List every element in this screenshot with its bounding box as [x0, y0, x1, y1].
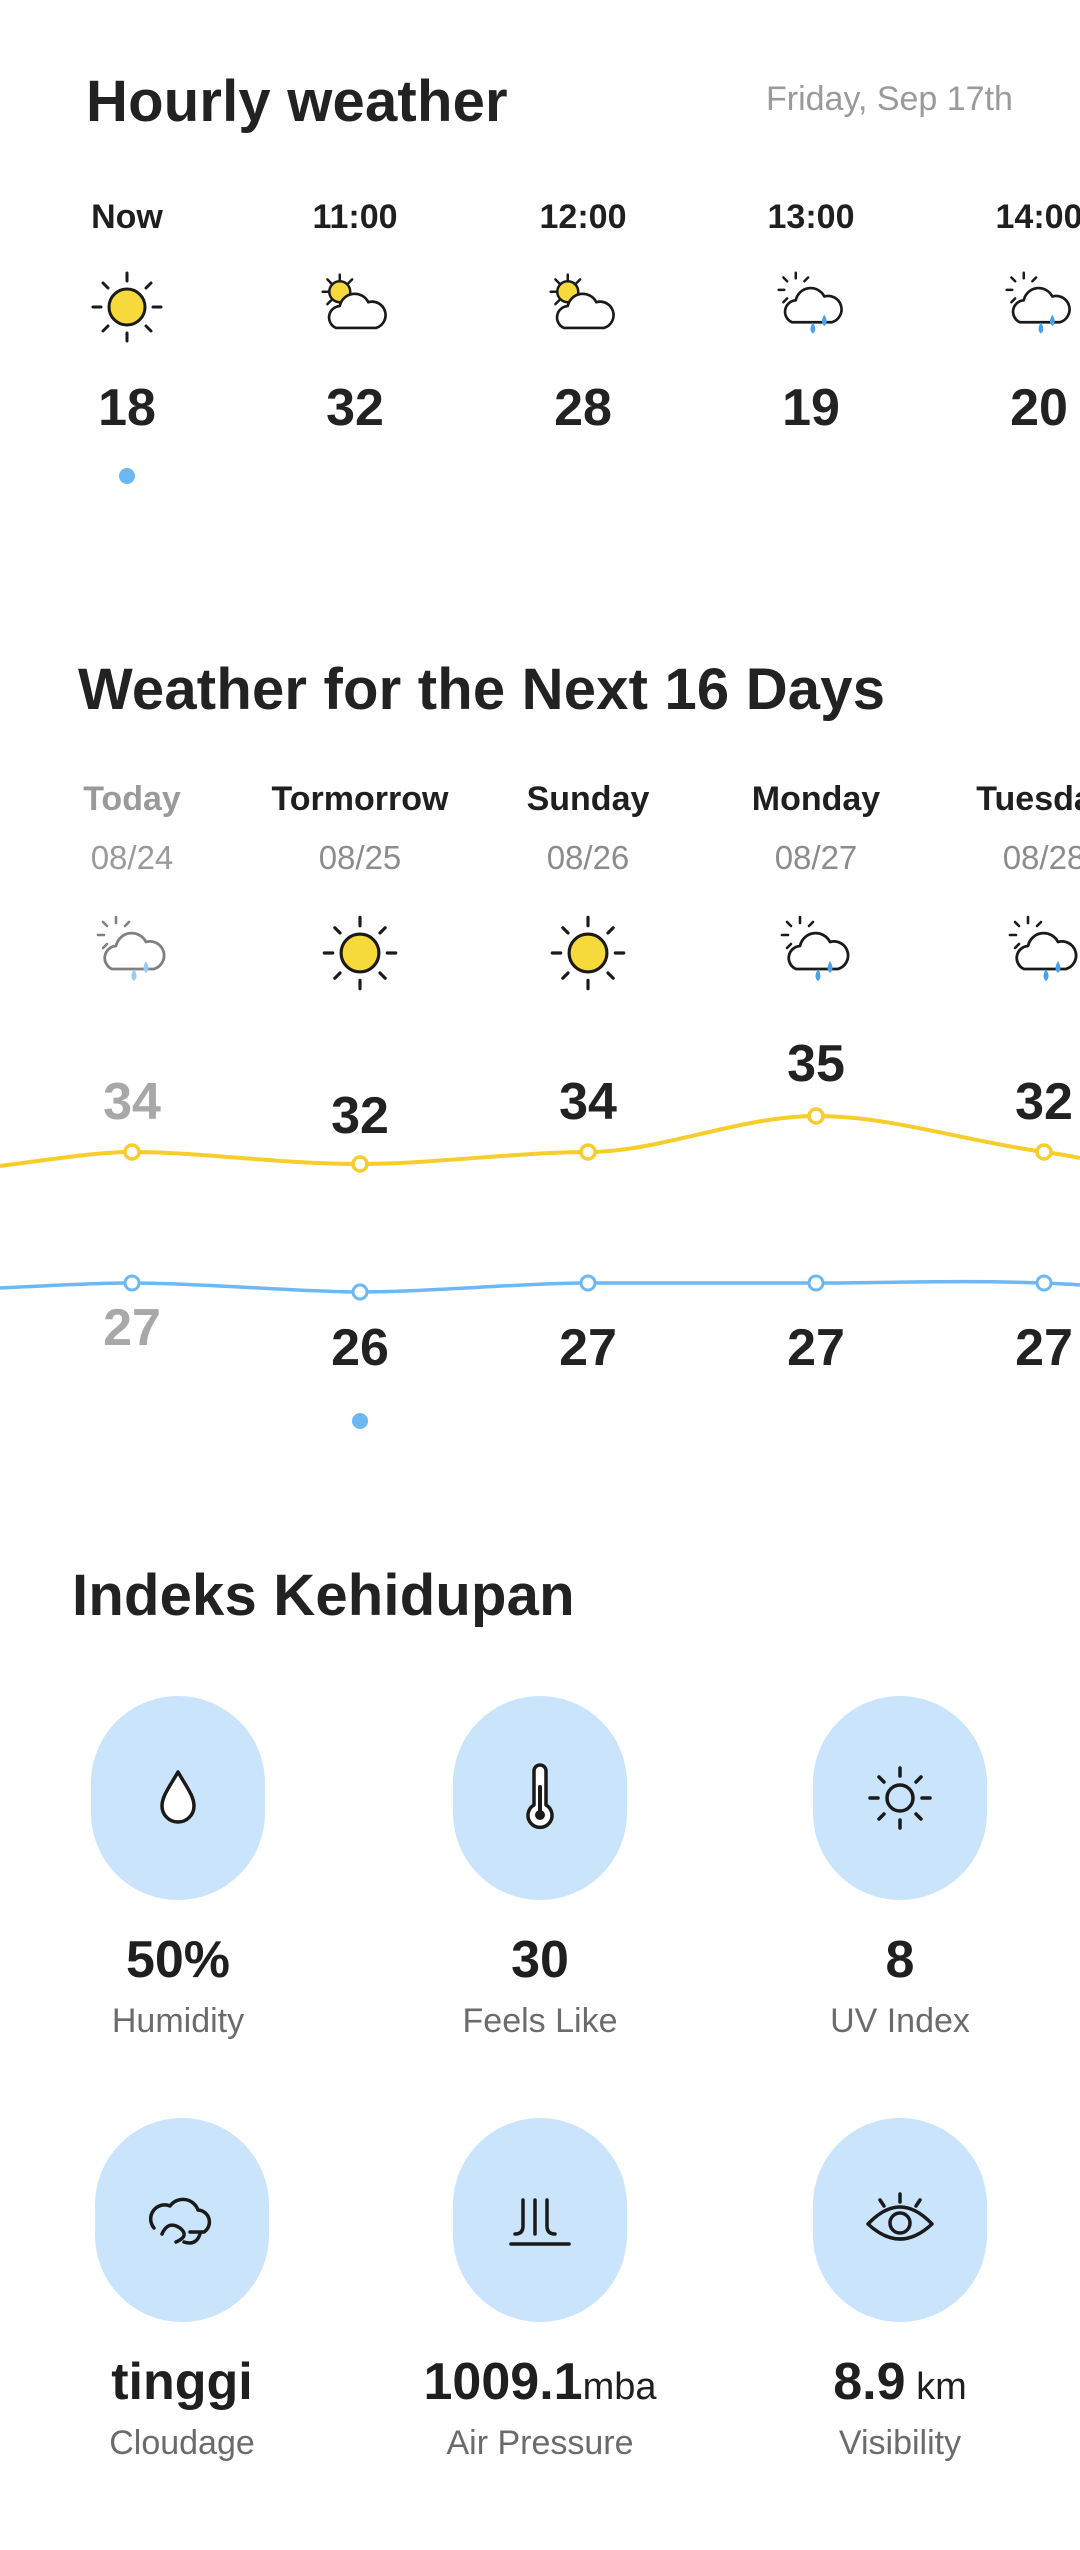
- hour-time: Now: [91, 198, 163, 236]
- icon-pill: [91, 1696, 265, 1900]
- visibility-card[interactable]: 8.9 km Visibility: [750, 2118, 1050, 2463]
- index-label: UV Index: [830, 2002, 970, 2040]
- day-item[interactable]: Monday 08/27: [706, 780, 926, 1000]
- high-temp: 34: [103, 1073, 161, 1131]
- partly-cloudy-icon: [315, 267, 395, 347]
- high-temp: 34: [559, 1073, 617, 1131]
- hour-temp: 19: [782, 379, 840, 437]
- life-index-title: Indeks Kehidupan: [72, 1563, 575, 1628]
- sun-outline-icon: [868, 1766, 932, 1830]
- index-label: Visibility: [838, 2424, 962, 2462]
- hour-item[interactable]: Now 18: [27, 198, 227, 484]
- day-name: Today: [83, 780, 181, 818]
- day-name: Sunday: [526, 780, 650, 818]
- hour-item[interactable]: 12:00 28: [483, 198, 683, 438]
- hour-item[interactable]: 13:00 19: [711, 198, 911, 438]
- wind-cloud-icon: [148, 2197, 212, 2245]
- index-value: 8: [885, 1931, 915, 1989]
- low-temp: 27: [559, 1319, 617, 1377]
- hour-temp: 32: [326, 379, 384, 437]
- index-label: Humidity: [111, 2002, 245, 2040]
- high-temp: 32: [1015, 1073, 1073, 1131]
- day-date: 08/26: [546, 839, 630, 876]
- hour-item[interactable]: 14:00 20: [939, 198, 1080, 438]
- index-value: 50%: [125, 1931, 231, 1989]
- eye-icon: [866, 2192, 934, 2241]
- day-item[interactable]: Today 08/24: [22, 780, 242, 1000]
- hour-time: 11:00: [312, 198, 398, 236]
- thermometer-icon: [526, 1763, 554, 1830]
- air-pressure-card[interactable]: 1009.1mba Air Pressure: [390, 2118, 690, 2463]
- icon-pill: [453, 2118, 627, 2322]
- hour-time: 12:00: [539, 198, 627, 236]
- high-temp: 35: [787, 1035, 845, 1093]
- day-name: Monday: [751, 780, 881, 818]
- rain-sun-cloud-icon: [771, 267, 851, 347]
- index-value: 1009.1mba: [423, 2353, 657, 2411]
- hour-item[interactable]: 11:00 32: [255, 198, 455, 438]
- day-item[interactable]: Tuesday 08/28: [934, 780, 1080, 1000]
- hourly-title: Hourly weather: [86, 69, 508, 134]
- day-item[interactable]: Tormorrow 08/25: [250, 780, 470, 1000]
- hourly-date: Friday, Sep 17th: [766, 80, 1013, 118]
- uv-index-card[interactable]: 8 UV Index: [750, 1696, 1050, 2041]
- pressure-icon: [509, 2198, 571, 2246]
- sun-icon: [318, 911, 402, 995]
- day-date: 08/25: [318, 839, 402, 876]
- hour-time: 14:00: [995, 198, 1080, 236]
- cloudage-card[interactable]: tinggi Cloudage: [32, 2118, 332, 2463]
- day-name: Tormorrow: [271, 780, 449, 818]
- day-date: 08/24: [90, 839, 174, 876]
- hour-temp: 18: [98, 379, 156, 437]
- droplet-icon: [160, 1770, 196, 1824]
- hour-temp: 20: [1010, 379, 1068, 437]
- hour-time: 13:00: [767, 198, 855, 236]
- sun-icon: [87, 267, 167, 347]
- low-temp: 27: [103, 1299, 161, 1357]
- rain-sun-cloud-icon: [1002, 911, 1080, 995]
- forecast-title: Weather for the Next 16 Days: [78, 657, 886, 722]
- low-temp: 26: [331, 1319, 389, 1377]
- icon-pill: [95, 2118, 269, 2322]
- selected-day-dot: [352, 1413, 368, 1429]
- day-name: Tuesday: [976, 780, 1080, 818]
- current-indicator-dot: [119, 468, 135, 484]
- index-label: Air Pressure: [446, 2424, 634, 2462]
- day-date: 08/27: [774, 839, 858, 876]
- rain-sun-cloud-icon: [999, 267, 1079, 347]
- low-temp-line: [0, 1279, 1080, 1294]
- humidity-card[interactable]: 50% Humidity: [28, 1696, 328, 2041]
- high-temp: 32: [331, 1087, 389, 1145]
- icon-pill: [453, 1696, 627, 1900]
- index-value: 8.9 km: [833, 2353, 967, 2411]
- low-temp: 27: [1015, 1319, 1073, 1377]
- icon-pill: [813, 1696, 987, 1900]
- hour-temp: 28: [554, 379, 612, 437]
- low-temp: 27: [787, 1319, 845, 1377]
- rain-sun-cloud-icon: [90, 911, 174, 995]
- index-label: Cloudage: [109, 2424, 255, 2462]
- sun-icon: [546, 911, 630, 995]
- day-date: 08/28: [1002, 839, 1080, 876]
- index-label: Feels Like: [462, 2002, 618, 2040]
- feels-like-card[interactable]: 30 Feels Like: [390, 1696, 690, 2041]
- index-value: tinggi: [111, 2353, 253, 2411]
- partly-cloudy-icon: [543, 267, 623, 347]
- day-item[interactable]: Sunday 08/26: [478, 780, 698, 1000]
- icon-pill: [813, 2118, 987, 2322]
- rain-sun-cloud-icon: [774, 911, 858, 995]
- index-value: 30: [511, 1931, 569, 1989]
